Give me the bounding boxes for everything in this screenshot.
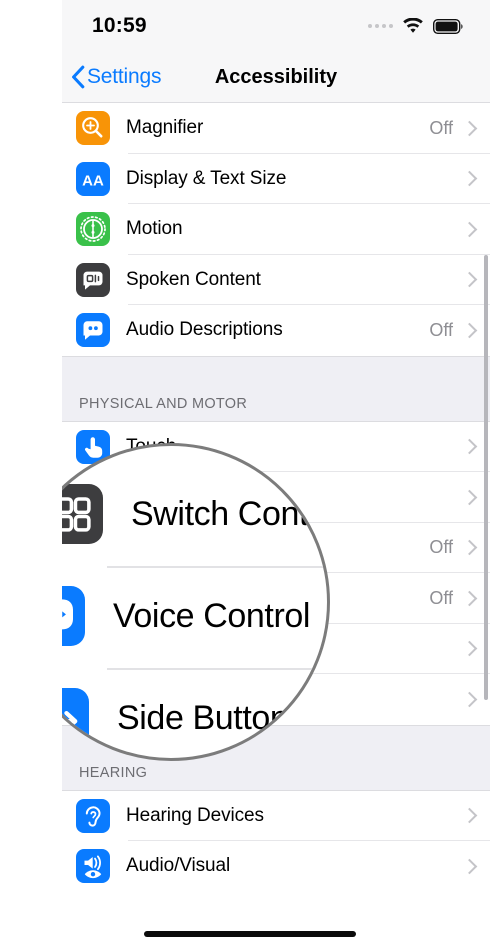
settings-row-trailing bbox=[464, 171, 490, 186]
chevron-right-icon bbox=[464, 641, 473, 656]
hearing-devices-icon bbox=[76, 798, 110, 833]
audio-descriptions-icon bbox=[76, 313, 110, 348]
back-label: Settings bbox=[87, 65, 162, 88]
svg-text:AA: AA bbox=[82, 172, 104, 189]
settings-row-label: Magnifier bbox=[126, 117, 204, 139]
cellular-signal-icon bbox=[368, 24, 393, 28]
magnifier-loupe-content: Switch Control Voice Control Side Button bbox=[15, 446, 330, 758]
battery-icon bbox=[433, 18, 464, 34]
settings-row-audio-descriptions[interactable]: Audio Descriptions Off bbox=[62, 305, 490, 356]
status-time: 10:59 bbox=[92, 14, 147, 37]
settings-row-hearing-devices[interactable]: Hearing Devices bbox=[62, 790, 490, 841]
magnified-row-side-button[interactable]: Side Button bbox=[29, 674, 327, 758]
chevron-right-icon bbox=[464, 490, 473, 505]
settings-row-spoken-content[interactable]: Spoken Content bbox=[62, 254, 490, 305]
settings-row-label: Display & Text Size bbox=[126, 167, 287, 189]
wifi-icon bbox=[402, 17, 424, 35]
chevron-right-icon bbox=[464, 171, 473, 186]
motion-icon bbox=[76, 212, 110, 247]
chevron-right-icon bbox=[464, 591, 473, 606]
chevron-right-icon bbox=[464, 272, 473, 287]
chevron-right-icon bbox=[464, 222, 473, 237]
magnified-row-voice-control[interactable]: Voice Control bbox=[25, 572, 327, 660]
settings-row-label: Audio/Visual bbox=[126, 855, 231, 877]
settings-row-label: Hearing Devices bbox=[126, 804, 264, 826]
settings-row-value: Off bbox=[429, 537, 453, 558]
settings-row-label: Motion bbox=[126, 218, 183, 240]
settings-row-display-text-size[interactable]: AA Display & Text Size bbox=[62, 153, 490, 204]
settings-row-value: Off bbox=[429, 587, 453, 608]
magnified-row-label: Switch Control bbox=[131, 494, 330, 533]
spoken-content-icon bbox=[76, 262, 110, 297]
page-gutter-left bbox=[0, 0, 62, 946]
magnified-row-separator bbox=[107, 668, 327, 670]
group-header-label: HEARING bbox=[79, 764, 148, 781]
magnified-row-separator bbox=[107, 566, 327, 568]
magnified-row-label: Voice Control bbox=[113, 596, 311, 635]
status-indicators bbox=[368, 17, 464, 35]
settings-row-value: Off bbox=[429, 117, 453, 138]
settings-row-trailing bbox=[464, 808, 490, 823]
phone-screenshot: 10:59 Settings Accessibility Magnifier O… bbox=[0, 0, 500, 946]
settings-row-motion[interactable]: Motion bbox=[62, 204, 490, 255]
chevron-right-icon bbox=[464, 808, 473, 823]
settings-row-label: Spoken Content bbox=[126, 268, 261, 290]
home-indicator bbox=[144, 931, 356, 937]
settings-row-trailing: Off bbox=[429, 118, 490, 139]
group-header: PHYSICAL AND MOTOR bbox=[62, 355, 490, 422]
scroll-indicator[interactable] bbox=[484, 255, 488, 700]
audio-visual-icon bbox=[76, 849, 110, 884]
settings-row-audio-visual[interactable]: Audio/Visual bbox=[62, 841, 490, 892]
settings-row-trailing: Off bbox=[429, 320, 490, 341]
chevron-right-icon bbox=[464, 121, 473, 136]
settings-row-trailing bbox=[464, 859, 490, 874]
magnifier-icon bbox=[76, 111, 110, 146]
chevron-right-icon bbox=[464, 323, 473, 338]
status-bar: 10:59 bbox=[62, 0, 490, 52]
magnified-row-switch-control[interactable]: Switch Control bbox=[43, 470, 330, 558]
navigation-bar: Settings Accessibility bbox=[62, 52, 490, 103]
settings-row-label: Audio Descriptions bbox=[126, 319, 283, 341]
settings-row-value: Off bbox=[429, 319, 453, 340]
page-gutter-right bbox=[490, 0, 500, 946]
display-text-size-icon: AA bbox=[76, 161, 110, 196]
settings-row-trailing: Off bbox=[429, 588, 490, 609]
settings-row-magnifier[interactable]: Magnifier Off bbox=[62, 103, 490, 154]
chevron-left-icon bbox=[71, 65, 85, 89]
back-button[interactable]: Settings bbox=[71, 65, 161, 89]
settings-row-trailing: Off bbox=[429, 537, 490, 558]
settings-row-trailing bbox=[464, 222, 490, 237]
chevron-right-icon bbox=[464, 859, 473, 874]
chevron-right-icon bbox=[464, 540, 473, 555]
chevron-right-icon bbox=[464, 439, 473, 454]
chevron-right-icon bbox=[464, 692, 473, 707]
magnified-row-label: Side Button bbox=[117, 698, 289, 737]
group-header-label: PHYSICAL AND MOTOR bbox=[79, 395, 248, 412]
